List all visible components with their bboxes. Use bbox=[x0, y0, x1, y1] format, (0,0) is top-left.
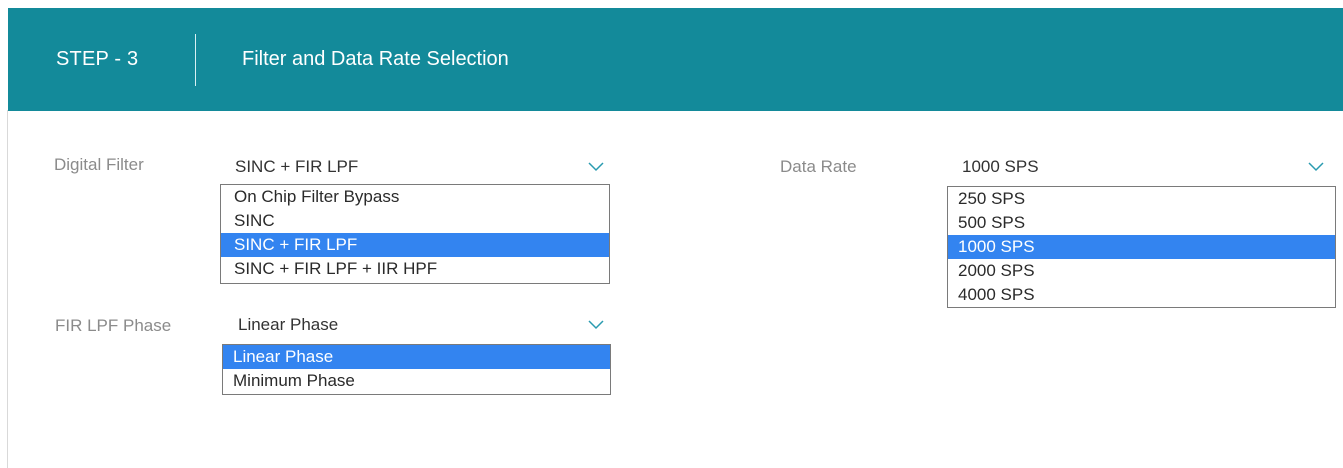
fir-lpf-phase-select[interactable]: Linear Phase bbox=[238, 313, 608, 343]
digital-filter-option-sinc-fir-iir[interactable]: SINC + FIR LPF + IIR HPF bbox=[221, 257, 609, 281]
digital-filter-option-bypass[interactable]: On Chip Filter Bypass bbox=[221, 185, 609, 209]
digital-filter-select[interactable]: SINC + FIR LPF bbox=[235, 155, 605, 185]
digital-filter-label: Digital Filter bbox=[54, 155, 144, 174]
header-divider bbox=[195, 34, 196, 86]
data-rate-option-2000[interactable]: 2000 SPS bbox=[948, 259, 1335, 283]
filter-data-rate-page: STEP - 3 Filter and Data Rate Selection … bbox=[0, 0, 1343, 468]
data-rate-option-250[interactable]: 250 SPS bbox=[948, 187, 1335, 211]
phase-option-minimum[interactable]: Minimum Phase bbox=[223, 369, 610, 393]
data-rate-option-500[interactable]: 500 SPS bbox=[948, 211, 1335, 235]
data-rate-value: 1000 SPS bbox=[962, 157, 1039, 176]
fir-lpf-phase-label: FIR LPF Phase bbox=[55, 316, 172, 335]
digital-filter-value: SINC + FIR LPF bbox=[235, 157, 359, 176]
chevron-down-icon bbox=[588, 320, 604, 330]
chevron-down-icon bbox=[588, 162, 604, 172]
digital-filter-listbox[interactable]: On Chip Filter Bypass SINC SINC + FIR LP… bbox=[220, 184, 610, 284]
phase-option-linear[interactable]: Linear Phase bbox=[223, 345, 610, 369]
page-title: Filter and Data Rate Selection bbox=[242, 48, 509, 70]
data-rate-listbox[interactable]: 250 SPS 500 SPS 1000 SPS 2000 SPS 4000 S… bbox=[947, 186, 1336, 308]
data-rate-option-1000[interactable]: 1000 SPS bbox=[948, 235, 1335, 259]
chevron-down-icon bbox=[1308, 162, 1324, 172]
data-rate-select[interactable]: 1000 SPS bbox=[962, 155, 1332, 185]
fir-lpf-phase-listbox[interactable]: Linear Phase Minimum Phase bbox=[222, 344, 611, 395]
step-label: STEP - 3 bbox=[56, 48, 139, 70]
data-rate-label: Data Rate bbox=[780, 157, 857, 176]
step-header: STEP - 3 Filter and Data Rate Selection bbox=[8, 8, 1343, 111]
digital-filter-option-sinc[interactable]: SINC bbox=[221, 209, 609, 233]
data-rate-option-4000[interactable]: 4000 SPS bbox=[948, 283, 1335, 307]
left-border bbox=[7, 110, 8, 468]
digital-filter-option-sinc-fir-lpf[interactable]: SINC + FIR LPF bbox=[221, 233, 609, 257]
fir-lpf-phase-value: Linear Phase bbox=[238, 315, 339, 334]
